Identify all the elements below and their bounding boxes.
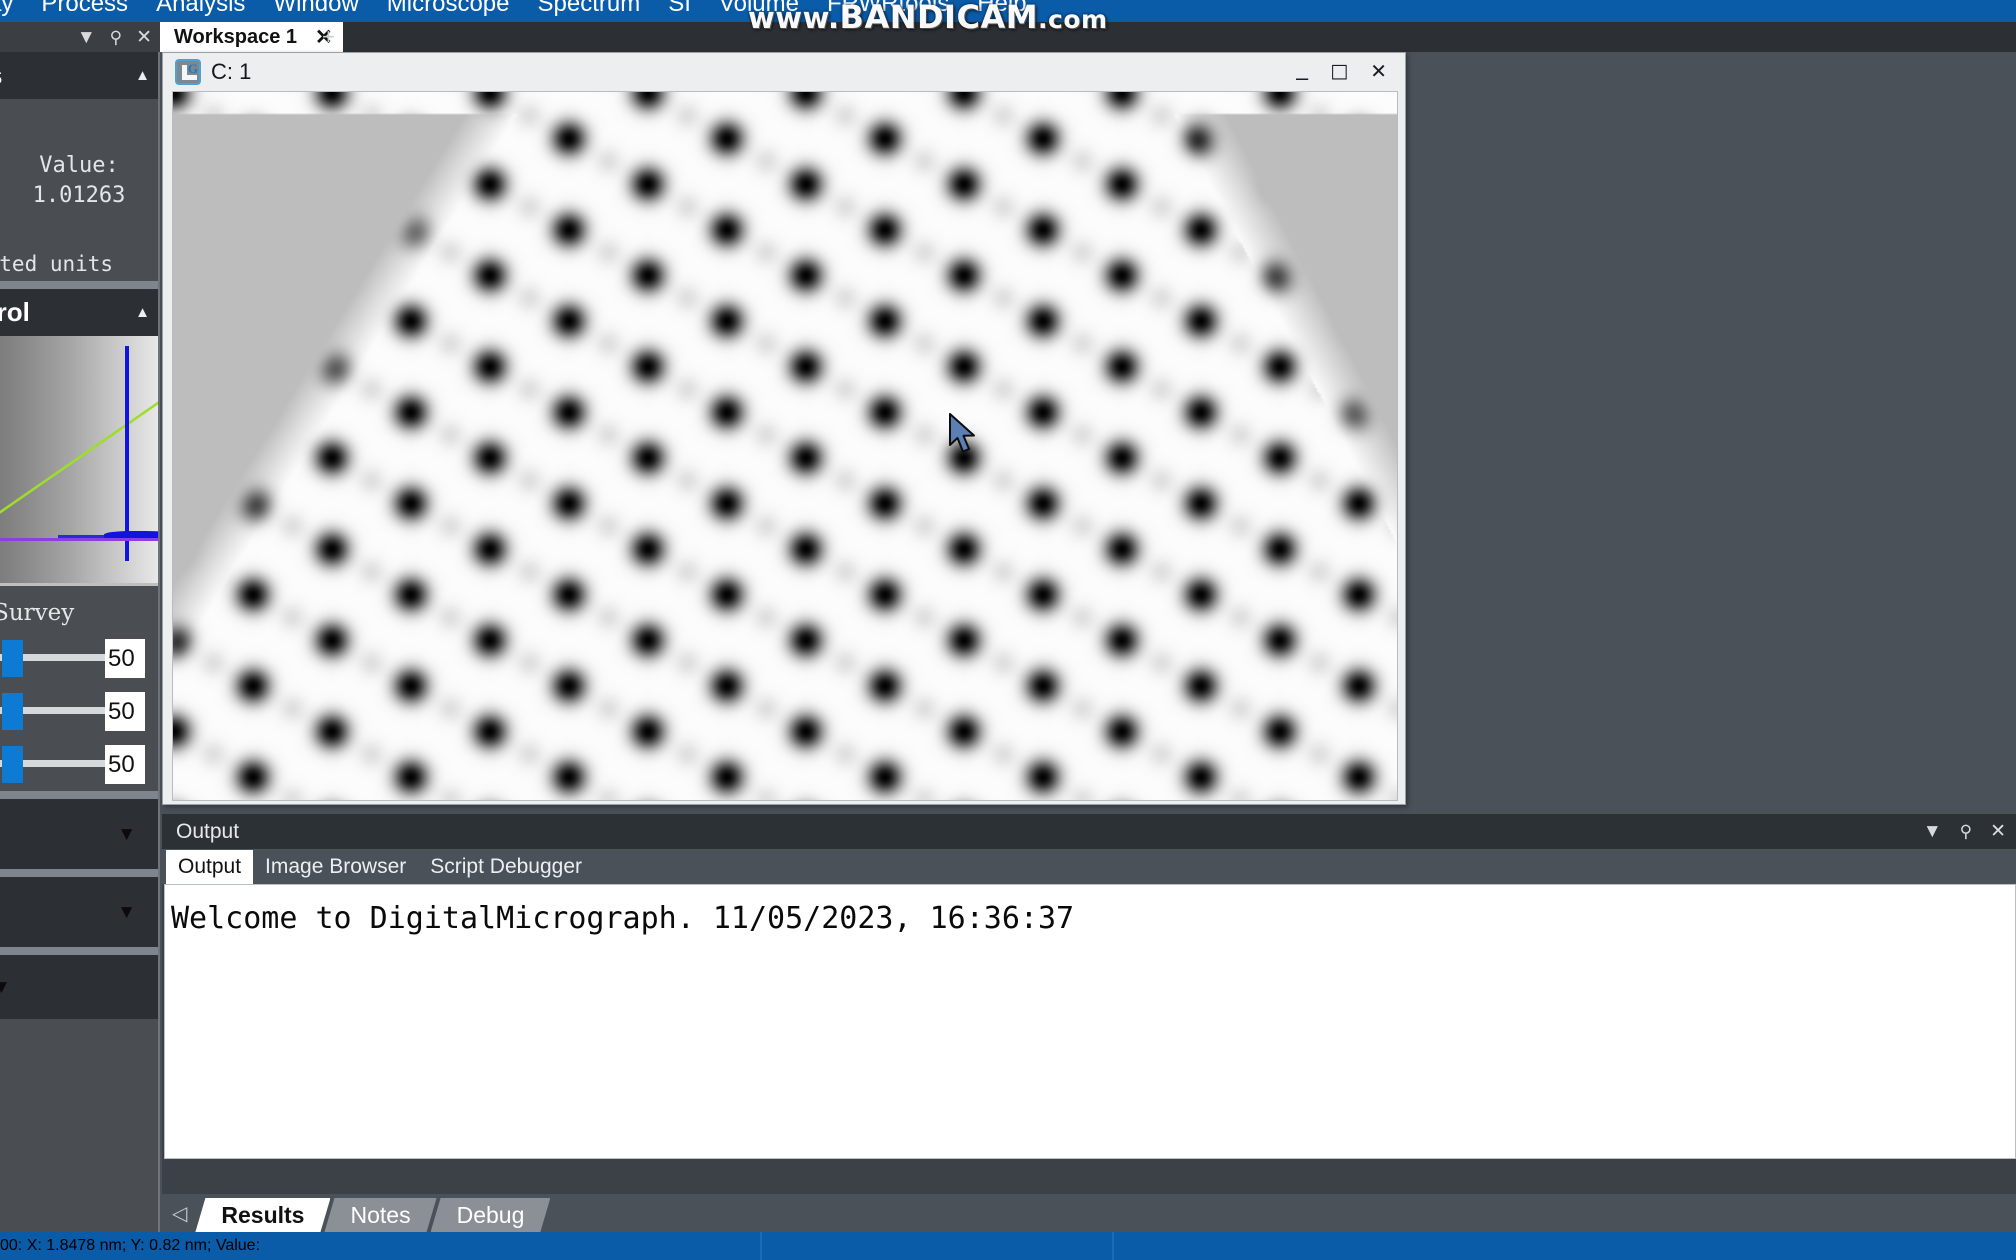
menu-window[interactable]: Window: [259, 0, 372, 22]
collapsed-panel-2[interactable]: ▼: [0, 877, 158, 947]
menu-spectrum[interactable]: Spectrum: [524, 0, 655, 22]
chevron-up-icon[interactable]: [135, 305, 150, 320]
output-text-area[interactable]: Welcome to DigitalMicrograph. 11/05/2023…: [164, 884, 2016, 1159]
menu-analysis[interactable]: Analysis: [142, 0, 259, 22]
slider-brightness[interactable]: 50: [0, 632, 158, 685]
chevron-up-icon[interactable]: [135, 68, 150, 83]
minimize-icon[interactable]: –: [1296, 66, 1308, 89]
tab-scroll-left-icon[interactable]: ◁: [164, 1201, 195, 1232]
slider-value-field[interactable]: 50: [105, 639, 145, 678]
display-control-panel-body: toSurvey 50 50 50: [0, 336, 158, 791]
image-window-title: C: 1: [211, 58, 252, 84]
image-window[interactable]: G C: 1 – □ ✕: [162, 52, 1406, 805]
workspace-tab-label: Workspace 1: [174, 25, 298, 48]
lut-curve: [0, 401, 158, 514]
panel-divider: [0, 947, 158, 955]
status-divider: [1112, 1232, 1114, 1260]
image-window-controls: – □ ✕: [1296, 53, 1399, 90]
output-dock-tools: ▼ ⚲ ✕: [1923, 822, 2006, 841]
close-icon[interactable]: ✕: [1370, 62, 1387, 82]
panel-divider: [0, 281, 158, 289]
menu-volume[interactable]: Volume: [705, 0, 813, 22]
slider-gamma[interactable]: 50: [0, 738, 158, 791]
panel-divider: [0, 791, 158, 799]
status-divider: [760, 1232, 762, 1260]
survey-label: toSurvey: [0, 600, 75, 626]
results-panel-header[interactable]: s: [0, 52, 158, 99]
left-dock: s Value: 1.01263 rated units trol: [0, 52, 160, 1232]
image-canvas-container[interactable]: [172, 91, 1398, 801]
menu-si[interactable]: SI: [654, 0, 705, 22]
results-value-block: Value: 1.01263: [0, 99, 158, 210]
output-tab-bar: Output Image Browser Script Debugger: [162, 850, 2016, 884]
histogram-marker-line[interactable]: [125, 346, 129, 561]
slider-thumb[interactable]: [2, 746, 23, 783]
display-control-panel-title: trol: [0, 297, 30, 327]
panel-divider: [0, 869, 158, 877]
status-coordinates: 00: X: 1.8478 nm; Y: 0.82 nm; Value:: [0, 1237, 261, 1254]
chevron-down-icon[interactable]: ▼: [0, 978, 11, 997]
pin-icon[interactable]: ⚲: [110, 29, 122, 46]
slider-thumb[interactable]: [2, 693, 23, 730]
chevron-down-icon[interactable]: ▼: [1923, 822, 1942, 841]
main-area: G C: 1 – □ ✕ Output ▼ ⚲ ✕ Output Image B…: [162, 52, 2016, 1232]
maximize-icon[interactable]: □: [1330, 62, 1348, 81]
slider-value-field[interactable]: 50: [105, 745, 145, 784]
results-panel-body: Value: 1.01263 rated units: [0, 99, 158, 281]
collapsed-panel-3[interactable]: ▼: [0, 955, 158, 1019]
menu-process[interactable]: Process: [27, 0, 142, 22]
output-dock-title: Output: [176, 819, 240, 843]
collapsed-panel-1[interactable]: ▼: [0, 799, 158, 869]
menu-display[interactable]: ay: [0, 0, 27, 22]
tab-notes[interactable]: Notes: [324, 1198, 436, 1232]
value-label: Value:: [39, 153, 119, 178]
chevron-down-icon[interactable]: ▼: [77, 28, 96, 47]
histogram-baseline: [0, 538, 158, 541]
menu-help[interactable]: Help: [963, 0, 1040, 22]
digitalmicrograph-icon: G: [175, 58, 201, 85]
tab-results[interactable]: Results: [195, 1198, 330, 1232]
slider-thumb[interactable]: [2, 640, 23, 677]
image-window-titlebar[interactable]: G C: 1 – □ ✕: [163, 53, 1405, 90]
tab-debug[interactable]: Debug: [431, 1198, 551, 1232]
app-window: ayProcessAnalysisWindowMicroscopeSpectru…: [0, 0, 2016, 1260]
add-workspace-button[interactable]: +: [312, 22, 345, 52]
menu-bar: ayProcessAnalysisWindowMicroscopeSpectru…: [0, 0, 2016, 22]
results-tab-bar: ◁ Results Notes Debug: [162, 1194, 2016, 1232]
left-dock-caption-tools: ▼ ⚲ ✕: [0, 22, 160, 52]
output-dock: Output ▼ ⚲ ✕ Output Image Browser Script D…: [162, 814, 2016, 1232]
menu-frwrtools[interactable]: FRWRtools: [813, 0, 963, 22]
results-panel-title: s: [0, 60, 2, 91]
units-label: rated units: [0, 252, 114, 277]
menu-microscope[interactable]: Microscope: [373, 0, 524, 22]
status-bar: 00: X: 1.8478 nm; Y: 0.82 nm; Value:: [0, 1232, 2016, 1260]
value-number: 1.01263: [32, 182, 126, 208]
output-dock-caption: Output ▼ ⚲ ✕: [162, 814, 2016, 850]
close-icon[interactable]: ✕: [1990, 822, 2006, 841]
tab-output[interactable]: Output: [166, 850, 254, 884]
output-message: Welcome to DigitalMicrograph. 11/05/2023…: [171, 901, 1075, 936]
tab-image-browser[interactable]: Image Browser: [253, 850, 418, 884]
slider-value-field[interactable]: 50: [105, 692, 145, 731]
histogram-display[interactable]: [0, 336, 158, 586]
close-icon[interactable]: ✕: [136, 28, 152, 47]
display-control-panel-header[interactable]: trol: [0, 289, 158, 336]
slider-contrast[interactable]: 50: [0, 685, 158, 738]
pin-icon[interactable]: ⚲: [1960, 823, 1972, 840]
tab-script-debugger[interactable]: Script Debugger: [418, 850, 594, 884]
chevron-down-icon[interactable]: ▼: [117, 825, 136, 844]
chevron-down-icon[interactable]: ▼: [117, 903, 136, 922]
atomic-lattice-image[interactable]: [173, 92, 1397, 800]
